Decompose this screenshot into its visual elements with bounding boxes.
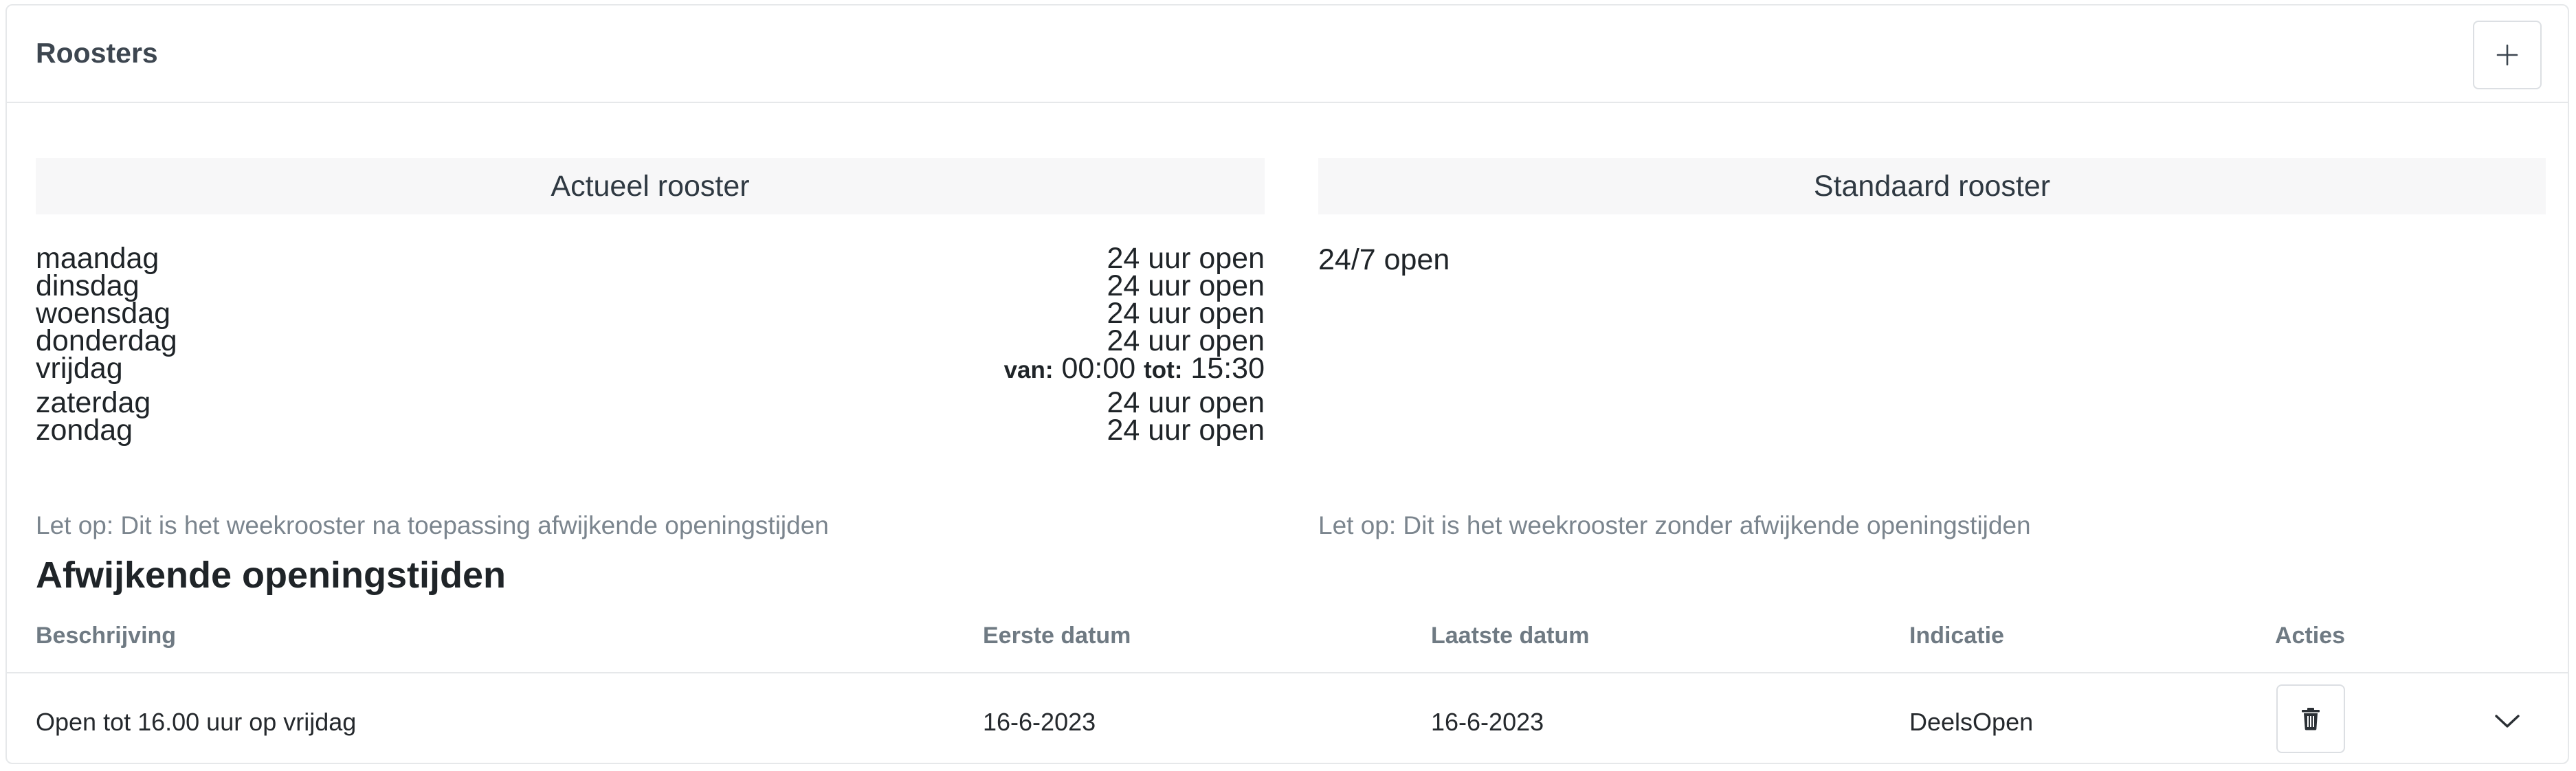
- add-rooster-button[interactable]: [2473, 21, 2542, 89]
- standaard-text: 24/7 open: [1318, 243, 1450, 276]
- expand-row-toggle[interactable]: [2491, 705, 2524, 738]
- schedule-row-zondag: zondag 24 uur open: [36, 414, 1265, 447]
- tot-time: 15:30: [1190, 352, 1265, 385]
- hours-value: 24 uur open: [1107, 414, 1265, 447]
- column-header-eerste-datum: Eerste datum: [983, 623, 1131, 649]
- actueel-note: Let op: Dit is het weekrooster na toepas…: [36, 511, 829, 539]
- day-label: vrijdag: [36, 352, 123, 385]
- card-title: Roosters: [36, 37, 158, 69]
- trash-icon: [2302, 708, 2320, 730]
- afwijkend-title: Afwijkende openingstijden: [36, 555, 507, 596]
- table-divider: [7, 672, 2568, 673]
- cell-eerste-datum: 16-6-2023: [983, 708, 1096, 736]
- tot-label: tot:: [1144, 357, 1183, 383]
- hours-range: van: 00:00 tot: 15:30: [1004, 352, 1265, 387]
- card-header: Roosters: [7, 5, 2568, 103]
- plus-icon: [2496, 44, 2518, 66]
- cell-laatste-datum: 16-6-2023: [1431, 708, 1544, 736]
- roosters-card: Roosters Actueel rooster maandag 24 uur …: [5, 4, 2569, 764]
- van-label: van:: [1003, 357, 1054, 383]
- chevron-down-icon: [2495, 715, 2520, 728]
- van-time: 00:00: [1061, 352, 1136, 385]
- actueel-schedule: maandag 24 uur open dinsdag 24 uur open …: [36, 242, 1265, 448]
- cell-beschrijving: Open tot 16.00 uur op vrijdag: [36, 708, 357, 736]
- column-header-beschrijving: Beschrijving: [36, 623, 177, 649]
- standaard-note: Let op: Dit is het weekrooster zonder af…: [1318, 511, 2031, 539]
- schedule-row-vrijdag: vrijdag van: 00:00 tot: 15:30: [36, 352, 1265, 385]
- column-header-acties: Acties: [2275, 623, 2346, 649]
- actueel-rooster-header: Actueel rooster: [36, 158, 1265, 214]
- standaard-rooster-header: Standaard rooster: [1318, 158, 2546, 214]
- cell-indicatie: DeelsOpen: [1909, 708, 2034, 736]
- day-label: zondag: [36, 414, 133, 447]
- column-header-indicatie: Indicatie: [1909, 623, 2004, 649]
- column-header-laatste-datum: Laatste datum: [1431, 623, 1590, 649]
- delete-button[interactable]: [2276, 684, 2345, 753]
